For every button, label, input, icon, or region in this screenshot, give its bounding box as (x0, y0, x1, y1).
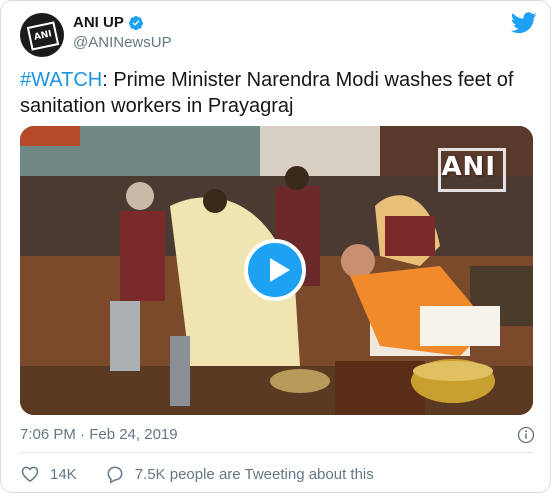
like-button[interactable]: 14K (20, 464, 77, 484)
action-bar: 14K 7.5K people are Tweeting about this (20, 464, 374, 484)
conversation-text: 7.5K people are Tweeting about this (134, 465, 374, 483)
ani-watermark: ANI (438, 148, 506, 192)
ani-logo: ANI (26, 21, 60, 51)
timestamp[interactable]: 7:06 PM · Feb 24, 2019 (20, 426, 178, 443)
handle[interactable]: @ANINewsUP (73, 34, 172, 51)
heart-icon (21, 466, 39, 482)
divider (20, 452, 533, 453)
like-count: 14K (50, 465, 77, 483)
hashtag-link[interactable]: #WATCH (20, 69, 102, 91)
video-player[interactable]: ANI (20, 126, 533, 415)
twitter-bird-icon[interactable] (511, 12, 537, 34)
info-icon[interactable] (517, 426, 535, 444)
play-icon[interactable] (244, 239, 306, 301)
avatar[interactable]: ANI (20, 13, 64, 57)
display-name[interactable]: ANI UP (73, 14, 124, 31)
tweet-card[interactable]: ANI ANI UP @ANINewsUP #WATCH: Prime Mini… (0, 0, 551, 493)
comment-icon (107, 466, 123, 484)
conversation-link[interactable]: 7.5K people are Tweeting about this (105, 464, 374, 484)
author-name-row: ANI UP (73, 14, 144, 31)
verified-badge-icon (128, 15, 143, 30)
tweet-text: #WATCH: Prime Minister Narendra Modi was… (20, 67, 540, 119)
